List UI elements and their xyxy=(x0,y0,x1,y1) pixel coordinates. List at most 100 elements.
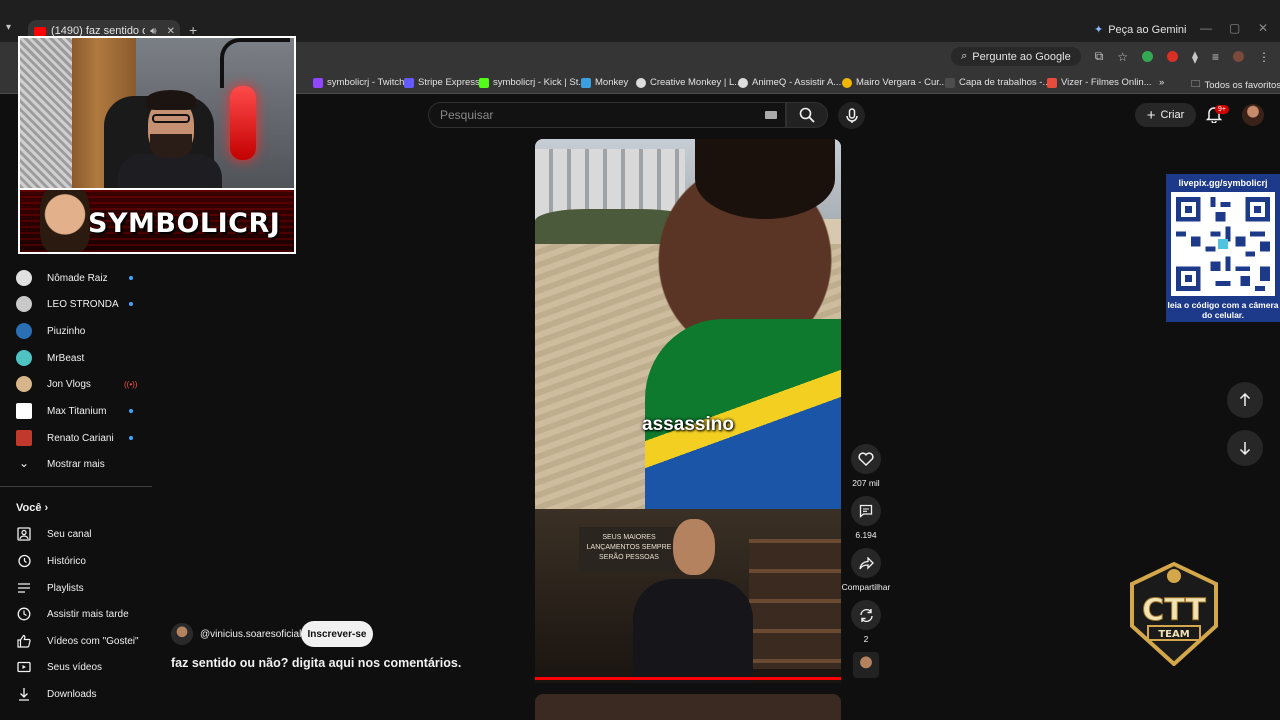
voice-search-button[interactable] xyxy=(838,102,865,129)
bookmark-item[interactable]: Vizer - Filmes Onlin... xyxy=(1047,77,1152,88)
playlist-icon xyxy=(17,581,31,595)
channel-avatar xyxy=(16,270,32,286)
like-action[interactable]: 207 mil xyxy=(836,444,896,488)
nav-history[interactable]: Histórico xyxy=(0,548,152,574)
close-tab-icon[interactable]: ✕ xyxy=(167,26,180,37)
ctt-label: CTT xyxy=(1142,593,1206,628)
bookmark-item[interactable]: Creative Monkey | L... xyxy=(636,77,742,88)
bookmark-item[interactable]: Monkey xyxy=(581,77,628,88)
nav-label: Seu canal xyxy=(47,528,92,540)
like-button[interactable] xyxy=(851,444,881,474)
bookmark-item[interactable]: Capa de trabalhos -... xyxy=(945,77,1050,88)
webcam-overlay xyxy=(18,36,296,190)
next-short-button[interactable] xyxy=(1227,430,1263,466)
account-avatar[interactable] xyxy=(1242,104,1264,126)
bookmark-item[interactable]: AnimeQ - Assistir A... xyxy=(738,77,841,88)
subscription-label: Jon Vlogs xyxy=(47,378,91,390)
create-button[interactable]: + Criar xyxy=(1135,103,1196,127)
remix-button[interactable] xyxy=(851,600,881,630)
share-button[interactable] xyxy=(851,548,881,578)
bookmark-star-icon[interactable]: ☆ xyxy=(1117,50,1128,64)
gemini-button[interactable]: ✦ Peça ao Gemini xyxy=(1094,23,1187,37)
short-title: faz sentido ou não? digita aqui nos come… xyxy=(171,656,462,670)
bookmark-item[interactable]: Stripe Express xyxy=(404,77,480,88)
ctt-team-badge: CTT TEAM xyxy=(1130,562,1218,666)
ask-google-label: Pergunte ao Google xyxy=(972,50,1071,63)
video-progress-bar[interactable] xyxy=(535,677,841,680)
channel-avatar xyxy=(16,403,32,419)
comments-button[interactable] xyxy=(851,496,881,526)
vizer-icon xyxy=(1047,77,1057,88)
heart-icon xyxy=(858,452,874,466)
minimize-icon[interactable]: — xyxy=(1200,21,1212,35)
extension-green-icon[interactable] xyxy=(1142,51,1154,62)
search-input[interactable]: Pesquisar xyxy=(428,102,786,128)
nav-playlists[interactable]: Playlists xyxy=(0,575,152,601)
channel-avatar[interactable] xyxy=(171,623,193,645)
bookmark-label: Capa de trabalhos -... xyxy=(959,77,1051,88)
bookmark-item[interactable]: Mairo Vergara - Cur... xyxy=(842,77,947,88)
sound-source-avatar[interactable] xyxy=(853,652,879,678)
subscribe-button[interactable]: Inscrever-se xyxy=(301,621,373,647)
gemini-label: Peça ao Gemini xyxy=(1108,23,1187,36)
webcam-microphone xyxy=(230,86,256,160)
show-more-button[interactable]: ⌄ Mostrar mais xyxy=(0,451,152,477)
keyboard-icon[interactable] xyxy=(765,111,777,119)
bookmark-item[interactable]: symbolicrj - Kick | St... xyxy=(479,77,586,88)
browser-menu-icon[interactable]: ⋮ xyxy=(1258,50,1270,64)
short-video-player[interactable]: assassino SEUS MAIORES LANÇAMENTOS SEMPR… xyxy=(535,139,841,683)
maximize-icon[interactable]: ▢ xyxy=(1229,21,1240,35)
bookmark-item[interactable]: symbolicrj - Twitch xyxy=(313,77,404,88)
speaker-icon[interactable]: 🔊︎ xyxy=(150,26,161,37)
nav-watch-later[interactable]: Assistir mais tarde xyxy=(0,601,152,627)
webcam-person-glasses xyxy=(152,114,190,123)
bookmark-label: Vizer - Filmes Onlin... xyxy=(1061,77,1152,88)
subscription-item[interactable]: MrBeast xyxy=(0,345,152,371)
you-header-label: Você xyxy=(16,502,42,514)
channel-avatar xyxy=(16,296,32,312)
video-icon xyxy=(17,660,31,674)
ask-google-chip[interactable]: ⌕ Pergunte ao Google xyxy=(951,47,1081,66)
tab-search-chevron-icon[interactable]: ▾ xyxy=(6,22,11,33)
nav-your-videos[interactable]: Seus vídeos xyxy=(0,654,152,680)
extension-red-icon[interactable] xyxy=(1167,51,1179,62)
subscription-label: MrBeast xyxy=(47,352,85,364)
profile-avatar-icon[interactable] xyxy=(1233,51,1244,62)
livepix-qr-overlay: livepix.gg/symbolicrj leia o código com … xyxy=(1166,174,1280,322)
video-man-head xyxy=(673,519,715,575)
subscription-item[interactable]: Renato Cariani xyxy=(0,425,152,451)
plus-icon: + xyxy=(1146,106,1156,124)
extensions-puzzle-icon[interactable]: ⧫ xyxy=(1192,50,1198,64)
subscription-item[interactable]: Max Titanium xyxy=(0,398,152,424)
nav-your-channel[interactable]: Seu canal xyxy=(0,521,152,547)
install-app-icon[interactable]: ⧉ xyxy=(1095,49,1104,64)
subscription-item[interactable]: Jon Vlogs ((•)) xyxy=(0,371,152,397)
download-icon xyxy=(17,687,31,701)
previous-short-button[interactable] xyxy=(1227,382,1263,418)
subscription-item[interactable]: Nômade Raiz xyxy=(0,265,152,291)
subscription-item[interactable]: LEO STRONDA xyxy=(0,291,152,317)
nav-liked-videos[interactable]: Vídeos com "Gostei" xyxy=(0,628,152,654)
search-button[interactable] xyxy=(786,102,828,128)
subscription-item[interactable]: Piuzinho xyxy=(0,318,152,344)
subscription-label: Nômade Raiz xyxy=(47,272,108,284)
bookmark-label: Monkey xyxy=(595,77,629,88)
bookmarks-overflow-icon[interactable]: » xyxy=(1159,77,1164,88)
remix-action[interactable]: 2 xyxy=(836,600,896,644)
channel-name[interactable]: @vinicius.soaresoficial xyxy=(200,629,301,640)
you-section-header[interactable]: Você › xyxy=(16,502,48,514)
creative-monkey-icon xyxy=(636,77,646,88)
share-action[interactable]: Compartilhar xyxy=(836,548,896,592)
all-bookmarks-folder[interactable]: 🗀︎ Todos os favoritos xyxy=(1191,77,1280,93)
media-controls-icon[interactable]: ≡ xyxy=(1212,50,1219,64)
chevron-down-icon: ⌄ xyxy=(18,456,30,470)
comments-action[interactable]: 6.194 xyxy=(836,496,896,540)
bookmark-label: Creative Monkey | L... xyxy=(650,77,743,88)
close-window-icon[interactable]: ✕ xyxy=(1258,21,1268,35)
webcam-person-body xyxy=(118,154,222,188)
clock-icon xyxy=(17,607,31,621)
webcam-wall xyxy=(20,38,72,188)
nav-downloads[interactable]: Downloads xyxy=(0,681,152,707)
streamer-namebar: SYMBOLICRJ xyxy=(18,190,296,254)
next-short-preview[interactable] xyxy=(535,694,841,720)
